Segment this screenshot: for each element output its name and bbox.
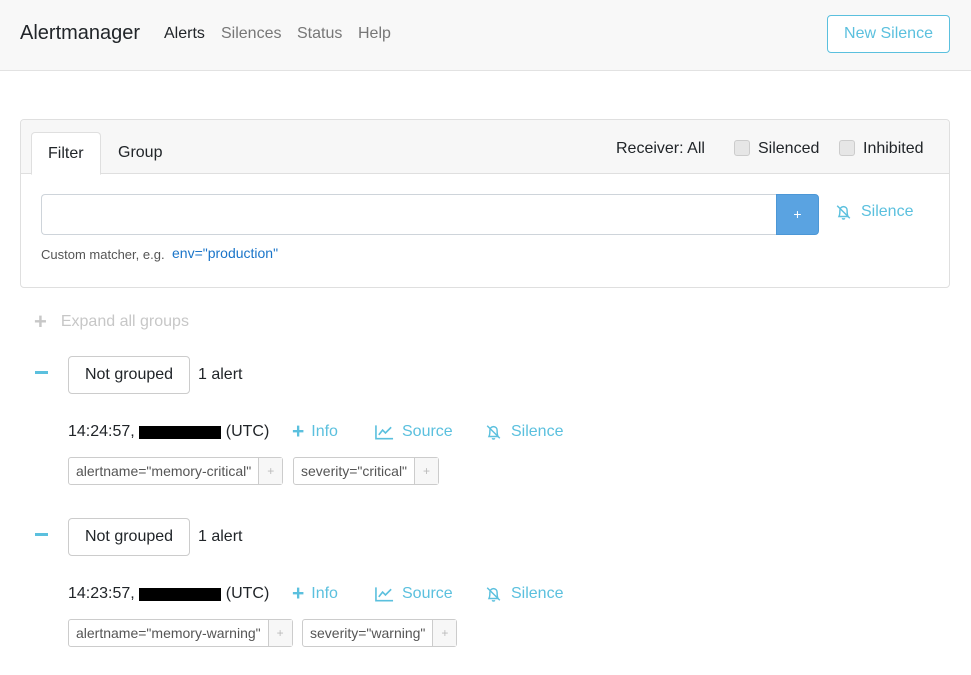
group-button[interactable]: Not grouped [68, 518, 190, 556]
alert-time-text: 14:23:57, [68, 585, 135, 602]
alert-tz: (UTC) [225, 585, 270, 602]
add-matcher-button[interactable]: + [776, 194, 819, 235]
alert-tz: (UTC) [225, 423, 270, 440]
filter-silence-link[interactable]: Silence [834, 203, 913, 221]
source-link[interactable]: Source [375, 423, 453, 441]
alert-silence-button[interactable]: Silence [484, 423, 563, 441]
bell-slash-icon [836, 205, 851, 220]
info-button[interactable]: + Info [292, 582, 338, 605]
silence-label: Silence [511, 423, 564, 440]
chart-line-icon [375, 425, 394, 440]
group-button[interactable]: Not grouped [68, 356, 190, 394]
silenced-label[interactable]: Silenced [758, 140, 819, 158]
silenced-checkbox[interactable] [734, 140, 750, 156]
minus-icon[interactable] [35, 371, 48, 374]
matcher-input[interactable] [41, 194, 777, 235]
inhibited-checkbox[interactable] [839, 140, 855, 156]
info-label: Info [311, 423, 338, 440]
label-text[interactable]: alertname="memory-critical" [69, 458, 258, 484]
redacted-block [138, 425, 221, 439]
info-label: Info [311, 585, 338, 602]
chart-line-icon [375, 587, 394, 602]
label-add-button[interactable]: + [267, 620, 292, 646]
inhibited-label[interactable]: Inhibited [863, 140, 924, 158]
alert-time-text: 14:24:57, [68, 423, 135, 440]
label-text[interactable]: severity="warning" [303, 620, 432, 646]
alert-count: 1 alert [198, 366, 243, 383]
new-silence-button[interactable]: New Silence [827, 15, 950, 53]
alert-timestamp: 14:24:57, (UTC) [68, 423, 269, 441]
matcher-example-link[interactable]: env="production" [172, 245, 278, 261]
tab-group[interactable]: Group [102, 132, 178, 175]
redacted-block [138, 587, 221, 601]
brand[interactable]: Alertmanager [20, 22, 140, 45]
info-button[interactable]: + Info [292, 420, 338, 443]
label-text[interactable]: alertname="memory-warning" [69, 620, 268, 646]
nav-help[interactable]: Help [358, 25, 391, 43]
label-chip: alertname="memory-warning" + [68, 619, 293, 647]
navbar: Alertmanager Alerts Silences Status Help… [0, 0, 971, 71]
silence-label: Silence [511, 585, 564, 602]
source-label: Source [402, 423, 453, 440]
label-add-button[interactable]: + [258, 458, 283, 484]
label-chip: severity="critical" + [293, 457, 440, 485]
expand-all-label: Expand all groups [60, 313, 189, 330]
plus-icon: + [292, 420, 305, 443]
nav-alerts[interactable]: Alerts [164, 25, 205, 43]
minus-icon[interactable] [35, 533, 48, 536]
nav-status[interactable]: Status [297, 25, 342, 43]
label-text[interactable]: severity="critical" [294, 458, 414, 484]
filter-card: Filter Group Receiver: All Silenced Inhi… [20, 119, 950, 288]
alert-silence-button[interactable]: Silence [484, 585, 563, 603]
label-chip: severity="warning" + [302, 619, 458, 647]
nav-silences[interactable]: Silences [221, 25, 281, 43]
filter-header: Filter Group Receiver: All Silenced Inhi… [21, 120, 949, 175]
filter-silence-label: Silence [861, 203, 914, 220]
source-label: Source [402, 585, 453, 602]
label-add-button[interactable]: + [432, 620, 457, 646]
expand-all-groups[interactable]: + Expand all groups [34, 309, 189, 334]
tab-filter[interactable]: Filter [31, 132, 101, 175]
plus-icon: + [292, 582, 305, 605]
bell-slash-icon [486, 425, 501, 440]
source-link[interactable]: Source [375, 585, 453, 603]
matcher-hint: Custom matcher, e.g. [41, 247, 165, 262]
alert-count: 1 alert [198, 528, 243, 545]
label-add-button[interactable]: + [414, 458, 439, 484]
alert-timestamp: 14:23:57, (UTC) [68, 585, 269, 603]
bell-slash-icon [486, 587, 501, 602]
plus-icon: + [34, 309, 47, 334]
label-chip: alertname="memory-critical" + [68, 457, 284, 485]
receiver-selector[interactable]: Receiver: All [616, 140, 705, 158]
